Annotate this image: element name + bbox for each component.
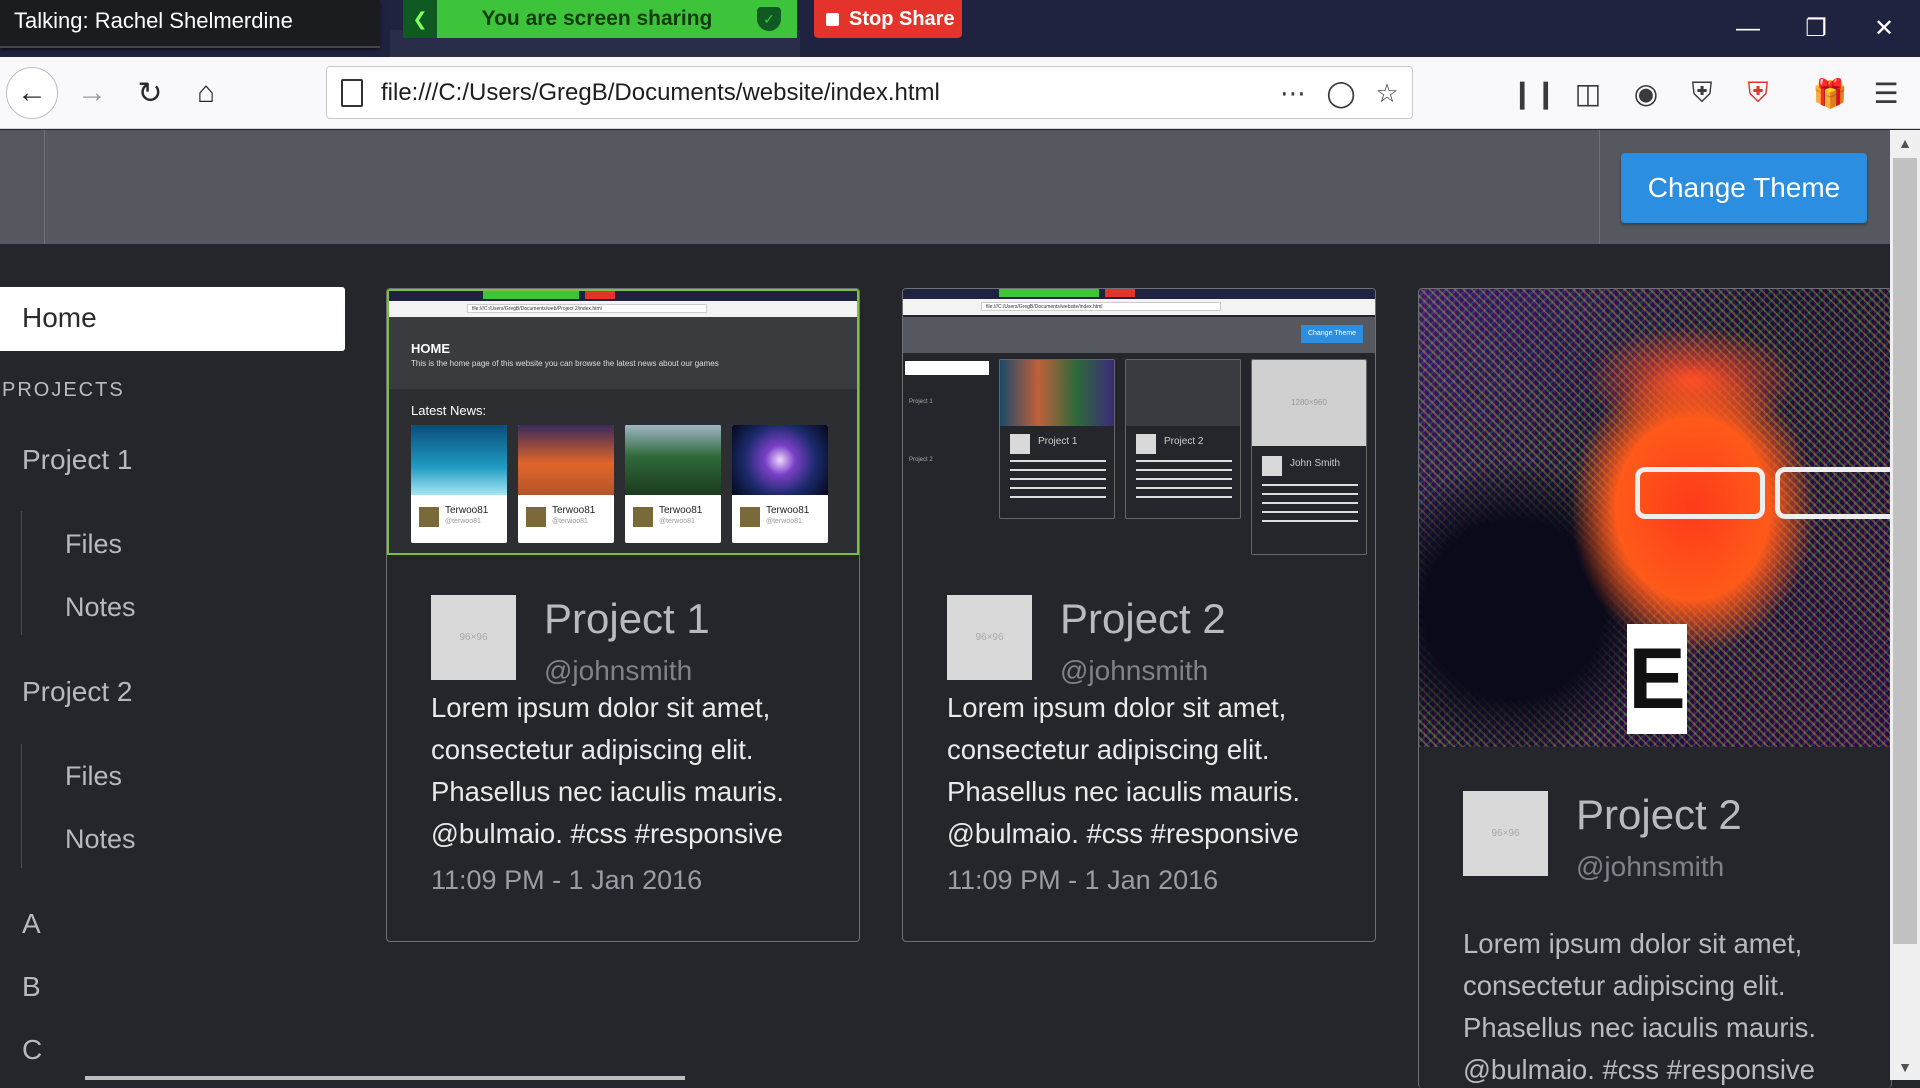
header-divider xyxy=(44,130,45,244)
scroll-up-icon[interactable]: ▲ xyxy=(1890,130,1920,156)
zoom-grip-icon[interactable]: ❮ xyxy=(403,0,437,38)
zoom-talking-indicator: Talking: Rachel Shelmerdine xyxy=(0,0,380,48)
sidebar-item-a[interactable]: A xyxy=(22,908,41,940)
library-icon[interactable]: ❙❙ xyxy=(1511,71,1558,115)
bookmark-star-icon[interactable]: ☆ xyxy=(1369,75,1405,111)
mini-card: 1280×960 John Smith xyxy=(1251,359,1367,555)
page-icon xyxy=(341,79,363,107)
card-title: Project 1 xyxy=(544,595,710,642)
mini-home-title: HOME xyxy=(411,341,450,356)
tree-line xyxy=(21,511,22,635)
avatar: 96×96 xyxy=(431,595,516,680)
mini-titlebar xyxy=(903,289,1375,299)
forward-arrow-icon[interactable]: → xyxy=(66,67,118,119)
zoom-sharing-bar[interactable]: ❮ You are screen sharing ✓ xyxy=(403,0,797,38)
browser-toolbar: ← → ↻ ⌂ file:///C:/Users/GregB/Documents… xyxy=(0,57,1920,129)
mini-card: Project 2 xyxy=(1125,359,1241,519)
sidebar-item-project-2-notes[interactable]: Notes xyxy=(65,824,136,855)
project-card[interactable]: file:///C:/Users/GregB/Documents/website… xyxy=(902,288,1376,942)
pocket-icon[interactable]: ◯ xyxy=(1323,75,1359,111)
stop-icon xyxy=(826,12,839,26)
mini-card: Project 1 xyxy=(999,359,1115,519)
mini-url: file:///C:/Users/GregB/Documents/website… xyxy=(981,302,1221,311)
sidebar-item-project-2[interactable]: Project 2 xyxy=(22,676,133,708)
mini-url: file:///C:/Users/GregB/Documents/web/Pro… xyxy=(467,304,707,313)
extensions-gift-icon[interactable]: 🎁 xyxy=(1808,71,1852,115)
avatar: 96×96 xyxy=(947,595,1032,680)
mini-news-tile: Terwoo81 @terwoo81 xyxy=(518,425,614,543)
mini-news: Latest News: Terwoo81 @terwoo81 Terwoo81… xyxy=(389,389,857,553)
mini-home xyxy=(905,361,989,375)
sidebar: Home PROJECTS Project 1 Files Notes Proj… xyxy=(0,244,350,1080)
horizontal-scrollbar[interactable] xyxy=(85,1076,685,1080)
card-photo: E xyxy=(1419,289,1891,747)
card-handle[interactable]: @johnsmith xyxy=(544,655,692,687)
stop-share-button[interactable]: Stop Share xyxy=(814,0,962,38)
card-handle[interactable]: @johnsmith xyxy=(1576,851,1724,883)
mini-home-sub: This is the home page of this website yo… xyxy=(411,359,719,368)
card-body: Lorem ipsum dolor sit amet, consectetur … xyxy=(1463,928,1817,1085)
mini-news-tile: Terwoo81 @terwoo81 xyxy=(732,425,828,543)
card-screenshot: file:///C:/Users/GregB/Documents/website… xyxy=(903,289,1375,555)
adblock-shield-icon[interactable]: ⛨ xyxy=(1736,71,1780,115)
sharing-status: You are screen sharing xyxy=(481,7,713,30)
header-divider xyxy=(1599,130,1600,244)
card-title: Project 2 xyxy=(1060,595,1226,642)
minimize-icon[interactable]: — xyxy=(1714,0,1782,57)
card-handle[interactable]: @johnsmith xyxy=(1060,655,1208,687)
card-timestamp: 11:09 PM - 1 Jan 2016 xyxy=(947,865,1219,895)
sidebar-item-c[interactable]: C xyxy=(22,1034,42,1066)
project-card[interactable]: file:///C:/Users/GregB/Documents/web/Pro… xyxy=(386,288,860,942)
scroll-down-icon[interactable]: ▼ xyxy=(1890,1054,1920,1080)
address-bar[interactable]: file:///C:/Users/GregB/Documents/website… xyxy=(326,66,1413,119)
mini-news-title: Latest News: xyxy=(411,403,487,418)
mini-news-tile: Terwoo81 @terwoo81 xyxy=(625,425,721,543)
menu-hamburger-icon[interactable]: ☰ xyxy=(1864,71,1908,115)
project-card[interactable]: E 96×96 Project 2 @johnsmith Lorem ipsum… xyxy=(1418,288,1892,1088)
card-screenshot: file:///C:/Users/GregB/Documents/web/Pro… xyxy=(387,289,859,555)
avatar: 96×96 xyxy=(1463,791,1548,876)
sidebar-icon[interactable]: ◫ xyxy=(1566,71,1610,115)
card-body: Lorem ipsum dolor sit amet, consectetur … xyxy=(431,692,785,849)
sidebar-section-label: PROJECTS xyxy=(2,379,125,401)
tree-line xyxy=(21,744,22,868)
sidebar-item-project-1[interactable]: Project 1 xyxy=(22,444,133,476)
site-header: Change Theme xyxy=(0,130,1890,244)
mini-news-tile: Terwoo81 @terwoo81 xyxy=(411,425,507,543)
sidebar-item-home[interactable]: Home xyxy=(0,287,345,351)
sidebar-item-project-1-notes[interactable]: Notes xyxy=(65,592,136,623)
sidebar-item-b[interactable]: B xyxy=(22,971,41,1003)
close-icon[interactable]: ✕ xyxy=(1850,0,1918,57)
scrollbar-thumb[interactable] xyxy=(1893,158,1917,944)
restore-icon[interactable]: ❐ xyxy=(1782,0,1850,57)
url-text[interactable]: file:///C:/Users/GregB/Documents/website… xyxy=(381,79,940,107)
card-title: Project 2 xyxy=(1576,791,1742,838)
home-icon[interactable]: ⌂ xyxy=(180,67,232,119)
sidebar-item-project-2-files[interactable]: Files xyxy=(65,761,122,792)
photo-letter-badge: E xyxy=(1627,624,1687,734)
account-icon[interactable]: ◉ xyxy=(1624,71,1668,115)
privacy-shield-icon[interactable]: ⛨ xyxy=(1680,71,1724,115)
reload-icon[interactable]: ↻ xyxy=(124,67,176,119)
vertical-scrollbar[interactable]: ▲ ▼ xyxy=(1890,130,1920,1080)
change-theme-button[interactable]: Change Theme xyxy=(1621,153,1867,223)
card-body: Lorem ipsum dolor sit amet, consectetur … xyxy=(947,692,1301,849)
stop-share-label: Stop Share xyxy=(849,7,955,30)
sidebar-item-project-1-files[interactable]: Files xyxy=(65,529,122,560)
back-arrow-icon[interactable]: ← xyxy=(6,67,58,119)
window-titlebar: Talking: Rachel Shelmerdine ❮ You are sc… xyxy=(0,0,1920,57)
mini-header: Change Theme xyxy=(903,317,1375,353)
mini-titlebar xyxy=(389,291,857,301)
shield-check-icon: ✓ xyxy=(757,7,781,31)
card-timestamp: 11:09 PM - 1 Jan 2016 xyxy=(431,865,703,895)
mini-hero: HOME This is the home page of this websi… xyxy=(389,319,857,389)
page-actions-icon[interactable]: ⋯ xyxy=(1275,75,1311,111)
